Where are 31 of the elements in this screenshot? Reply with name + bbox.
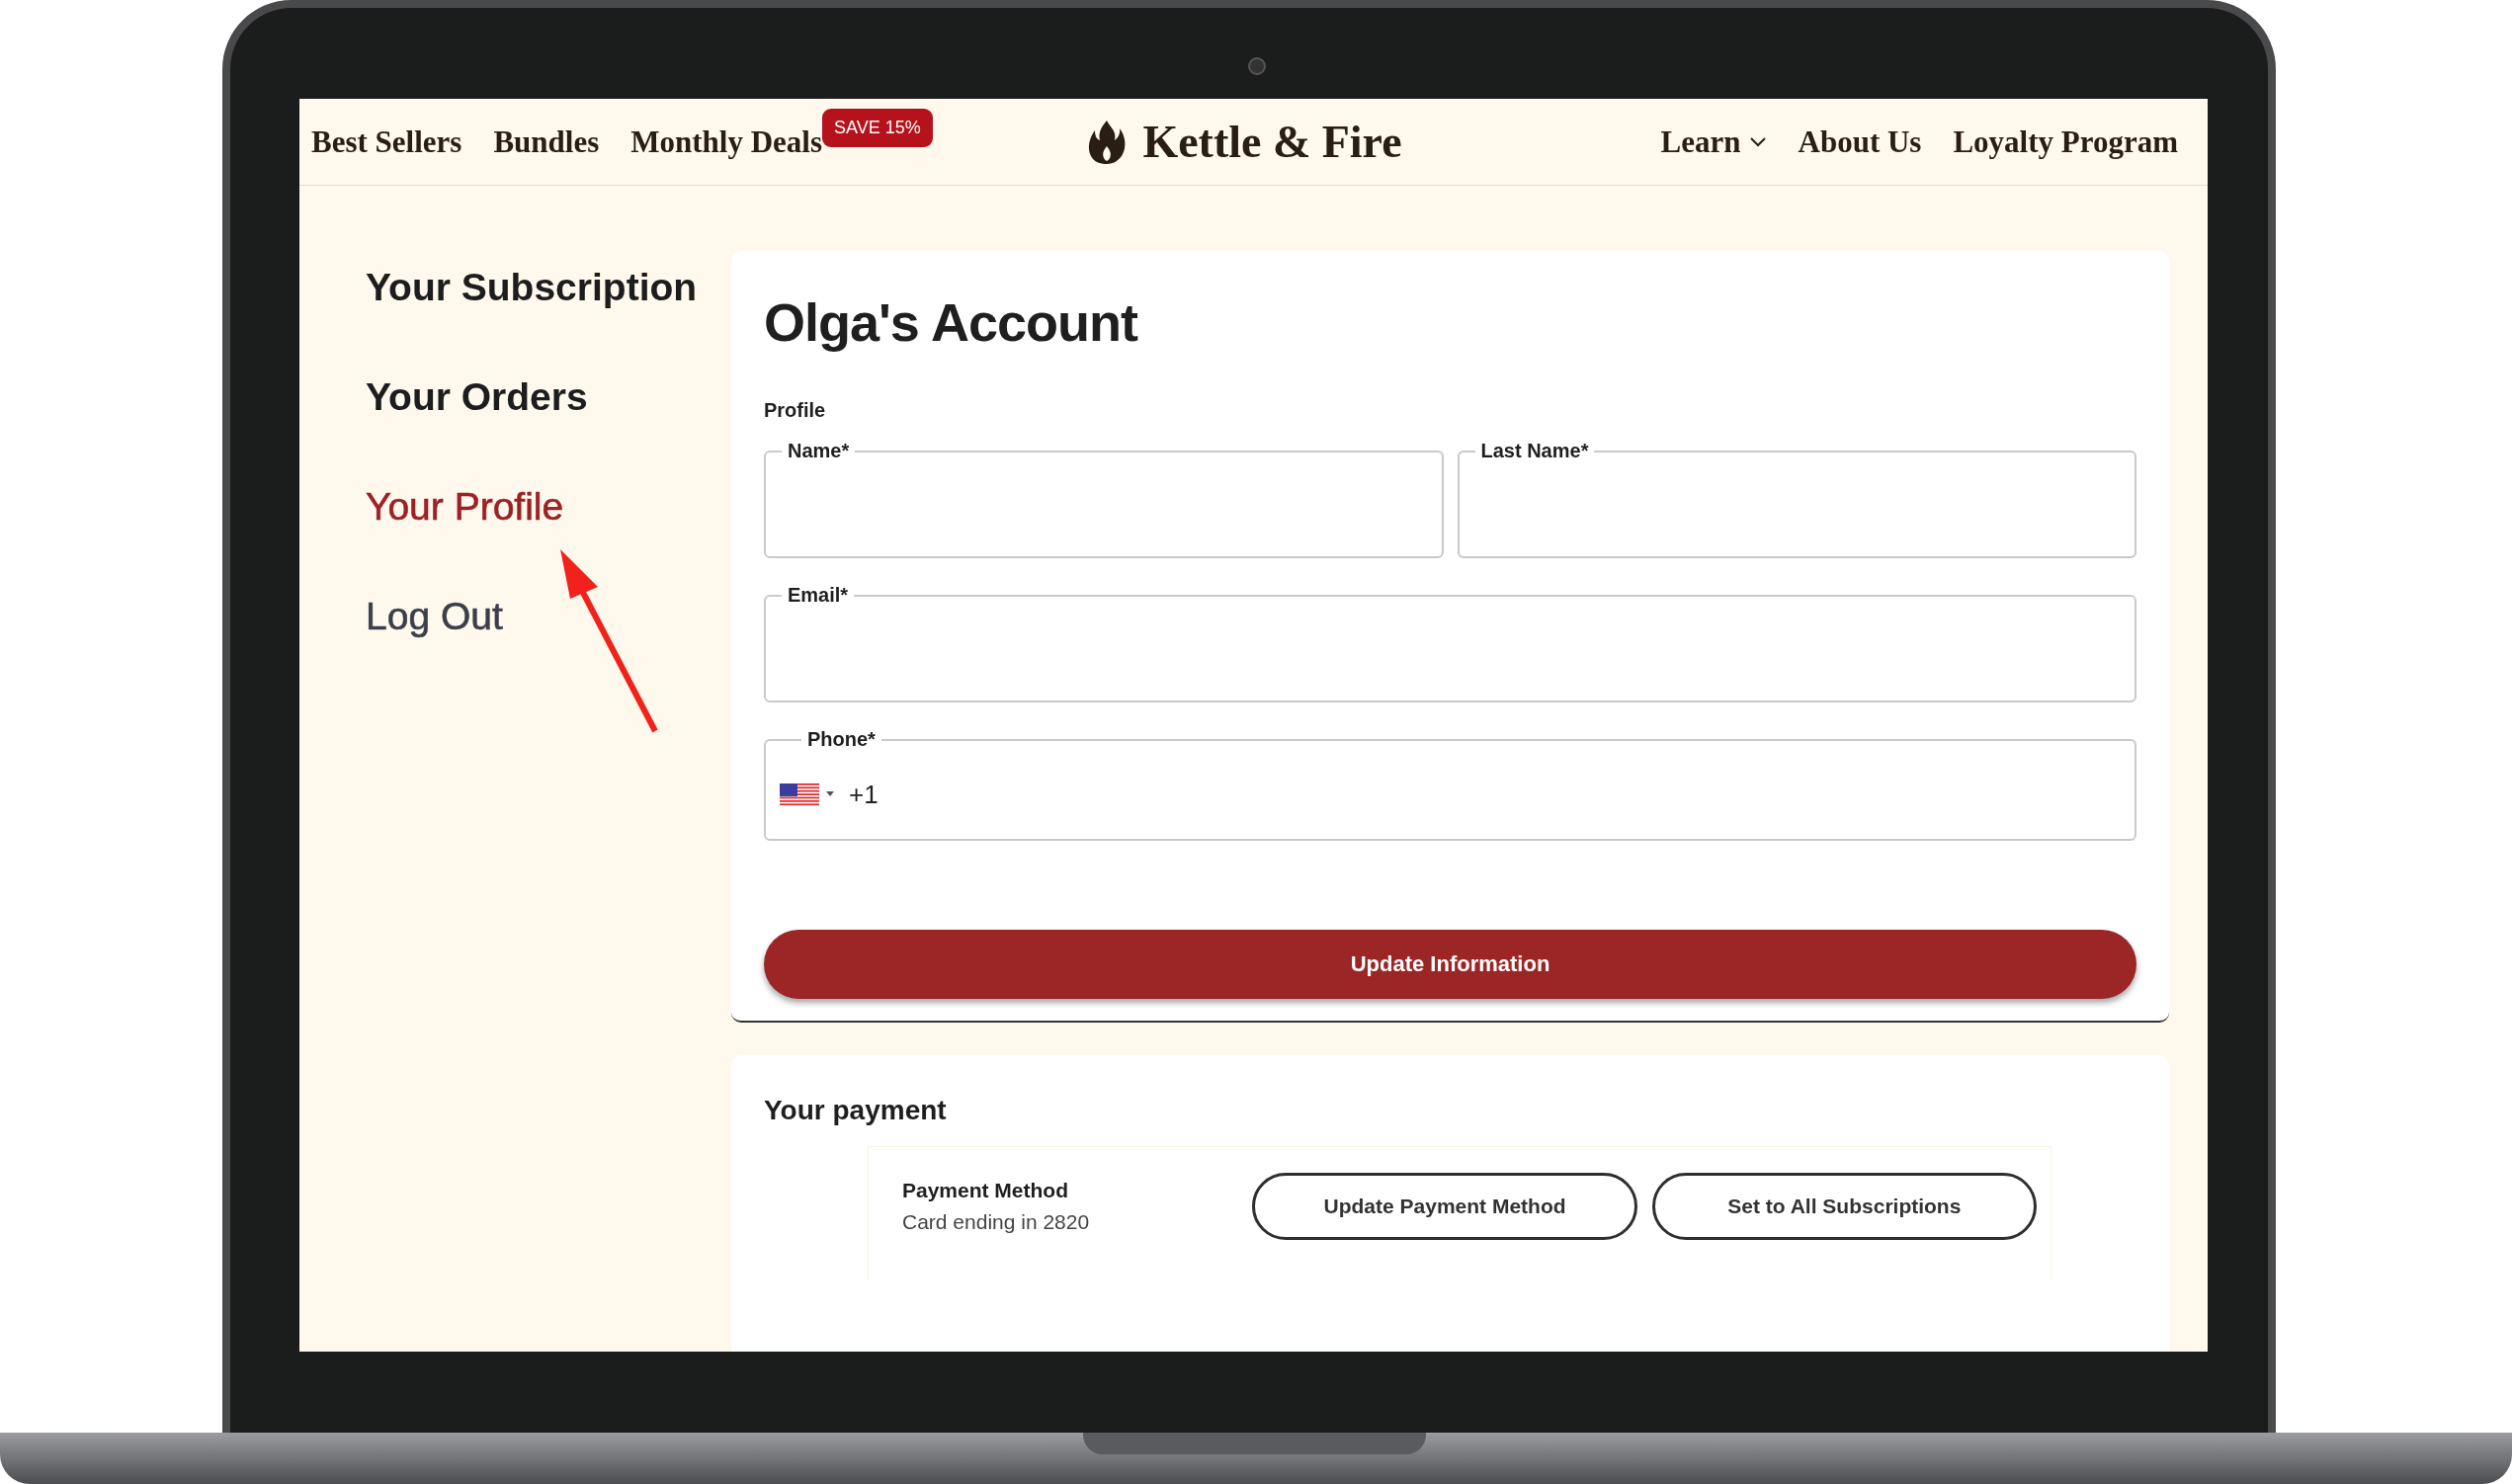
payment-button[interactable]: Set to All Subscriptions xyxy=(1651,1173,2037,1240)
sidebar-link[interactable]: Log Out xyxy=(366,592,503,640)
sidebar-link[interactable]: Your Orders xyxy=(366,372,588,421)
chevron-down-icon xyxy=(1748,135,1767,148)
payment-button[interactable]: Update Payment Method xyxy=(1252,1173,1637,1240)
phone-field[interactable]: Phone* +1 xyxy=(764,728,2136,841)
sidebar-link[interactable]: Your Subscription xyxy=(366,263,698,311)
caret-icon[interactable] xyxy=(826,790,834,796)
input-field[interactable]: Email* xyxy=(764,584,2136,702)
brand-name: Kettle & Fire xyxy=(1142,116,1402,168)
nav-link[interactable]: Learn xyxy=(1660,124,1767,160)
nav-link[interactable]: Monthly Deals xyxy=(630,124,822,160)
field-label: Name* xyxy=(787,440,851,462)
us-flag-icon[interactable] xyxy=(780,783,819,807)
field-label: Last Name* xyxy=(1479,440,1590,462)
payment-method-label: Payment Method xyxy=(902,1179,1070,1202)
card-detail: Card ending in 2820 xyxy=(902,1210,1091,1234)
nav-link[interactable]: Loyalty Program xyxy=(1953,124,2178,160)
camera-icon xyxy=(1248,57,1266,75)
update-information-button[interactable]: Update Information xyxy=(764,930,2136,999)
account-title: Olga's Account xyxy=(764,291,1139,354)
nav-link[interactable]: About Us xyxy=(1798,124,1922,160)
field-label: Email* xyxy=(787,584,850,607)
field-label: Phone* xyxy=(806,728,877,751)
nav-link[interactable]: Best Sellers xyxy=(311,124,462,160)
nav-link[interactable]: Bundles xyxy=(493,124,600,160)
dial-code: +1 xyxy=(849,780,879,810)
sale-badge: SAVE 15% xyxy=(822,109,933,147)
sidebar-link[interactable]: Your Profile xyxy=(366,482,564,531)
section-label: Profile xyxy=(764,399,826,422)
section-title: Your payment xyxy=(764,1095,947,1126)
